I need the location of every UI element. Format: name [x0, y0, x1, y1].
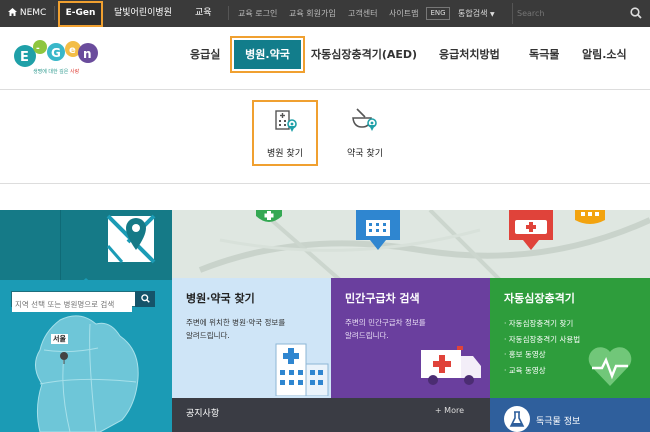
chevron-down-icon: ▼ [490, 11, 495, 18]
education-link[interactable]: 교육 [195, 0, 212, 27]
svg-text:E: E [20, 50, 29, 65]
nav-first-aid[interactable]: 응급처치방법 [439, 40, 500, 70]
nav-notice-news[interactable]: 알림.소식 [582, 40, 627, 70]
ambulance-card-desc: 주변의 민간구급차 정보를 알려드립니다. [345, 316, 426, 342]
ambulance-card-desc-line: 주변의 민간구급차 정보를 [345, 318, 426, 327]
hospital-pin-icon [256, 210, 282, 222]
hospital-card-desc-line: 주변에 위치한 병원·약국 정보를 [186, 318, 286, 327]
notice-title: 공지사항 [186, 409, 220, 419]
tagline-text: 생명에 대한 깊은 [33, 69, 70, 75]
hospital-pharmacy-card[interactable]: 병원·약국 찾기 주변에 위치한 병원·약국 정보를 알려드립니다. [172, 278, 331, 398]
hospital-building-icon [275, 343, 329, 396]
submenu-pharmacy-find[interactable]: 약국 찾기 [334, 146, 396, 159]
sitemap-link[interactable]: 사이트맵 [389, 0, 418, 27]
nemc-label: NEMC [19, 8, 47, 18]
notice-more-link[interactable]: + More [435, 406, 464, 415]
aed-usage-link[interactable]: · 자동심장충격기 사용법 [504, 332, 580, 348]
search-box [512, 3, 648, 24]
nav-hospital-pharmacy-label: 병원.약국 [234, 40, 301, 69]
logo-mark: E - G e n [14, 40, 98, 67]
search-scope-label: 통합검색 [458, 9, 488, 18]
search-icon[interactable] [630, 7, 642, 19]
nav-emergency-room[interactable]: 응급실 [190, 40, 220, 70]
map-tile[interactable] [0, 210, 172, 285]
nemc-link[interactable]: NEMC [8, 0, 46, 27]
customer-center-link[interactable]: 고객센터 [348, 0, 377, 27]
egen-link[interactable]: E-Gen [58, 1, 103, 27]
nav-hospital-pharmacy[interactable]: 병원.약국 [230, 36, 305, 73]
aed-pin-icon [575, 210, 605, 224]
submenu-divider [0, 183, 650, 184]
search-input[interactable] [517, 4, 625, 23]
hospital-building-icon [356, 210, 400, 250]
ambulance-card-title: 민간구급차 검색 [345, 292, 420, 305]
edu-signup-link[interactable]: 교육 회원가입 [289, 0, 336, 27]
seoul-marker[interactable] [53, 342, 75, 364]
home-icon [8, 8, 17, 16]
tagline-accent: 사랑 [69, 69, 80, 75]
hospital-building-icon [275, 110, 297, 132]
svg-text:e: e [69, 45, 76, 56]
aed-card[interactable]: 자동심장충격기 · 자동심장충격기 찾기 · 자동심장충격기 사용법 · 홍보 … [490, 278, 650, 398]
edu-video-link[interactable]: · 교육 동영상 [504, 363, 580, 379]
moonlight-hospital-link[interactable]: 달빛어린이병원 [114, 0, 172, 27]
promo-video-link[interactable]: · 홍보 동영상 [504, 347, 580, 363]
aed-find-link[interactable]: · 자동심장충격기 찾기 [504, 316, 580, 332]
flask-icon [504, 406, 530, 432]
poison-info-title: 독극물 정보 [536, 417, 581, 427]
nav-poison[interactable]: 독극물 [529, 40, 559, 70]
heartbeat-icon [588, 347, 632, 386]
header-divider [0, 89, 650, 90]
page: NEMC E-Gen 달빛어린이병원 교육 교육 로그인 교육 회원가입 고객센… [0, 0, 650, 432]
egen-logo[interactable]: E - G e n [12, 36, 102, 84]
submenu-hospital-label: 병원 찾기 [267, 149, 303, 159]
top-bar: NEMC E-Gen 달빛어린이병원 교육 교육 로그인 교육 회원가입 고객센… [0, 0, 650, 27]
poison-info-box[interactable]: 독극물 정보 [490, 398, 650, 432]
search-scope-select[interactable]: 통합검색 ▼ [458, 0, 495, 27]
pharmacy-bowl-icon[interactable] [351, 107, 379, 133]
ambulance-icon [421, 346, 481, 385]
aed-card-title: 자동심장충격기 [504, 292, 575, 305]
nav-aed[interactable]: 자동심장충격기(AED) [311, 40, 417, 70]
logo-tagline: 생명에 대한 깊은 사랑 [33, 68, 79, 75]
ambulance-pin-icon [509, 210, 553, 250]
svg-text:-: - [36, 44, 40, 54]
ambulance-card-desc-line: 알려드립니다. [345, 331, 389, 340]
divider [228, 6, 229, 20]
region-search-button[interactable] [135, 291, 155, 307]
english-button[interactable]: ENG [426, 7, 450, 20]
hospital-card-title: 병원·약국 찾기 [186, 292, 255, 305]
divider [54, 6, 55, 20]
svg-text:G: G [51, 46, 61, 60]
aed-link-list: · 자동심장충격기 찾기 · 자동심장충격기 사용법 · 홍보 동영상 · 교육… [504, 316, 580, 378]
region-search-box [11, 291, 155, 312]
notice-bar: 공지사항 + More [172, 398, 490, 432]
private-ambulance-card[interactable]: 민간구급차 검색 주변의 민간구급차 정보를 알려드립니다. [331, 278, 490, 398]
search-icon [141, 294, 150, 303]
svg-text:n: n [83, 47, 92, 61]
edu-login-link[interactable]: 교육 로그인 [238, 0, 277, 27]
region-search-input[interactable] [12, 297, 132, 312]
seoul-label[interactable]: 서울 [51, 334, 68, 344]
